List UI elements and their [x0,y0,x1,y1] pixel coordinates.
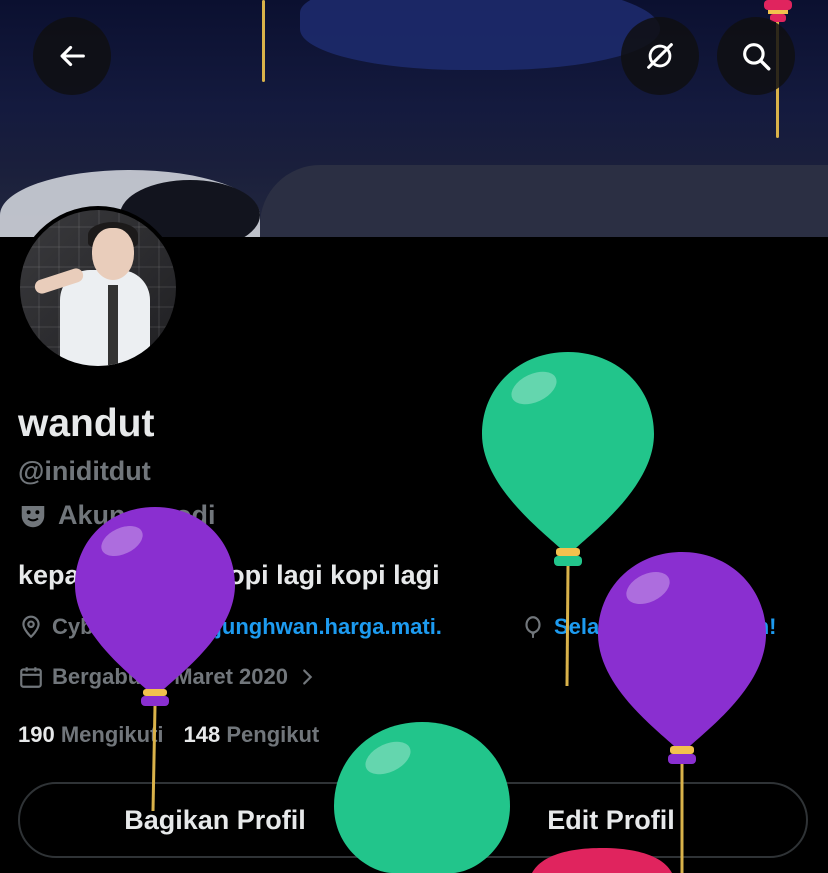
display-name: wandut [18,402,155,445]
arrow-left-icon [60,45,85,67]
chevron-right-icon [303,669,313,685]
red-balloon [532,848,672,873]
back-button[interactable] [33,17,111,95]
purple-balloon [75,507,235,812]
theater-mask-icon [21,505,45,527]
grok-button[interactable] [621,17,699,95]
search-button[interactable] [717,17,795,95]
banner-photo-detail [260,165,828,237]
user-handle: @iniditdut [18,456,151,486]
calendar-icon [20,667,42,688]
search-icon [743,43,771,71]
balloon-string [262,0,265,82]
banner-photo-detail [300,0,660,70]
purple-balloon [598,552,766,873]
location-pin-icon [22,615,40,639]
following-count: 190 [18,722,55,747]
followers-label: Pengikut [226,722,320,747]
avatar-photo [20,210,176,366]
profile-avatar[interactable] [16,206,180,370]
grok-icon [647,43,673,69]
profile-banner[interactable] [0,0,828,237]
green-balloon [334,722,510,873]
